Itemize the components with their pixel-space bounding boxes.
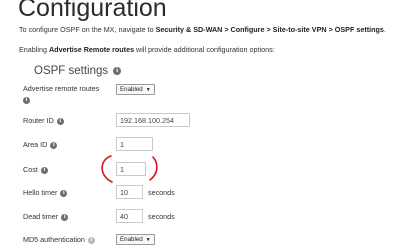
hello-timer-label: Hello timer i — [23, 188, 68, 197]
router-id-label: Router ID i — [23, 116, 64, 125]
info-icon[interactable]: i — [56, 117, 64, 125]
dead-timer-label: Dead timer i — [23, 212, 69, 221]
info-icon[interactable]: i — [23, 96, 30, 104]
advertise-remote-routes-select[interactable]: Enabled ▼ — [116, 84, 155, 95]
dead-timer-unit: seconds — [148, 212, 175, 221]
info-icon[interactable]: i — [61, 213, 69, 221]
cost-input[interactable]: 1 — [116, 162, 146, 176]
area-id-input[interactable]: 1 — [116, 137, 153, 151]
area-id-label: Area ID i — [23, 140, 58, 149]
page-title: Configuration — [18, 0, 167, 22]
info-icon[interactable]: i — [87, 236, 95, 244]
router-id-input[interactable]: 192.168.100.254 — [116, 113, 190, 127]
md5-authentication-select[interactable]: Enabled ▼ — [116, 234, 155, 245]
section-title: OSPF settings i — [34, 65, 122, 77]
annotation-left-bracket — [101, 155, 113, 183]
info-icon[interactable]: i — [50, 141, 58, 149]
advertise-remote-routes-label: Advertise remote routes i — [23, 84, 100, 104]
info-icon[interactable]: i — [113, 66, 122, 75]
info-icon[interactable]: i — [60, 189, 68, 197]
hello-timer-input[interactable]: 10 — [116, 185, 143, 199]
chevron-down-icon: ▼ — [145, 87, 151, 93]
md5-authentication-label: MD5 authentication i — [23, 235, 95, 244]
chevron-down-icon: ▼ — [145, 237, 151, 243]
hello-timer-unit: seconds — [148, 188, 175, 197]
advertise-routes-note: Enabling Advertise Remote routes will pr… — [19, 45, 275, 54]
navigation-instructions: To configure OSPF on the MX, navigate to… — [19, 25, 386, 34]
info-icon[interactable]: i — [40, 166, 48, 174]
annotation-right-bracket — [149, 156, 158, 181]
dead-timer-input[interactable]: 40 — [116, 209, 143, 223]
cost-label: Cost i — [23, 165, 48, 174]
